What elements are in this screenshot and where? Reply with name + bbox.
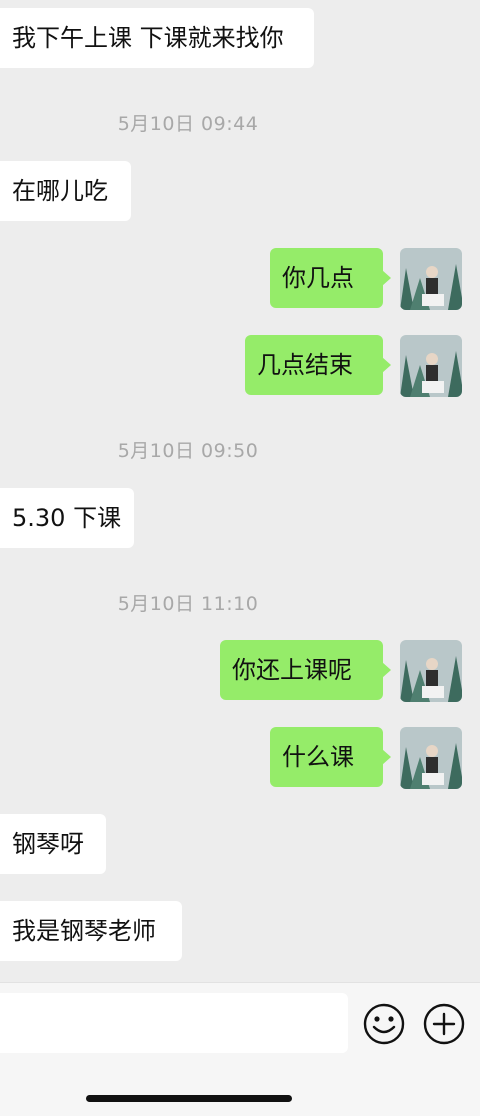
message-bubble-outgoing[interactable]: 你几点 [270, 248, 391, 308]
message-bubble-incoming[interactable]: 5.30 下课 [0, 488, 134, 548]
avatar-image [400, 640, 462, 702]
avatar[interactable] [400, 727, 462, 789]
home-indicator[interactable] [86, 1095, 292, 1102]
message-bubble-outgoing[interactable]: 几点结束 [245, 335, 391, 395]
message-bubble-incoming[interactable]: 在哪儿吃 [0, 161, 131, 221]
avatar-image [400, 335, 462, 397]
avatar-image [400, 727, 462, 789]
avatar[interactable] [400, 335, 462, 397]
emoji-icon[interactable] [363, 1003, 405, 1045]
timestamp: 5月10日 11:10 [117, 593, 259, 615]
timestamp: 5月10日 09:50 [117, 440, 259, 462]
plus-circle-icon[interactable] [423, 1003, 465, 1045]
message-input[interactable] [0, 993, 348, 1053]
timestamp: 5月10日 09:44 [117, 113, 259, 135]
avatar[interactable] [400, 248, 462, 310]
avatar-image [400, 248, 462, 310]
message-bubble-outgoing[interactable]: 你还上课呢 [220, 640, 391, 700]
message-bubble-incoming[interactable]: 钢琴呀 [0, 814, 106, 874]
message-bubble-outgoing[interactable]: 什么课 [270, 727, 391, 787]
chat-message-list[interactable]: 我下午上课 下课就来找你 5月10日 09:44 在哪儿吃 你几点 几点结束 5… [0, 0, 480, 982]
avatar[interactable] [400, 640, 462, 702]
message-bubble-incoming[interactable]: 我是钢琴老师 [0, 901, 182, 961]
message-bubble-incoming[interactable]: 我下午上课 下课就来找你 [0, 8, 314, 68]
